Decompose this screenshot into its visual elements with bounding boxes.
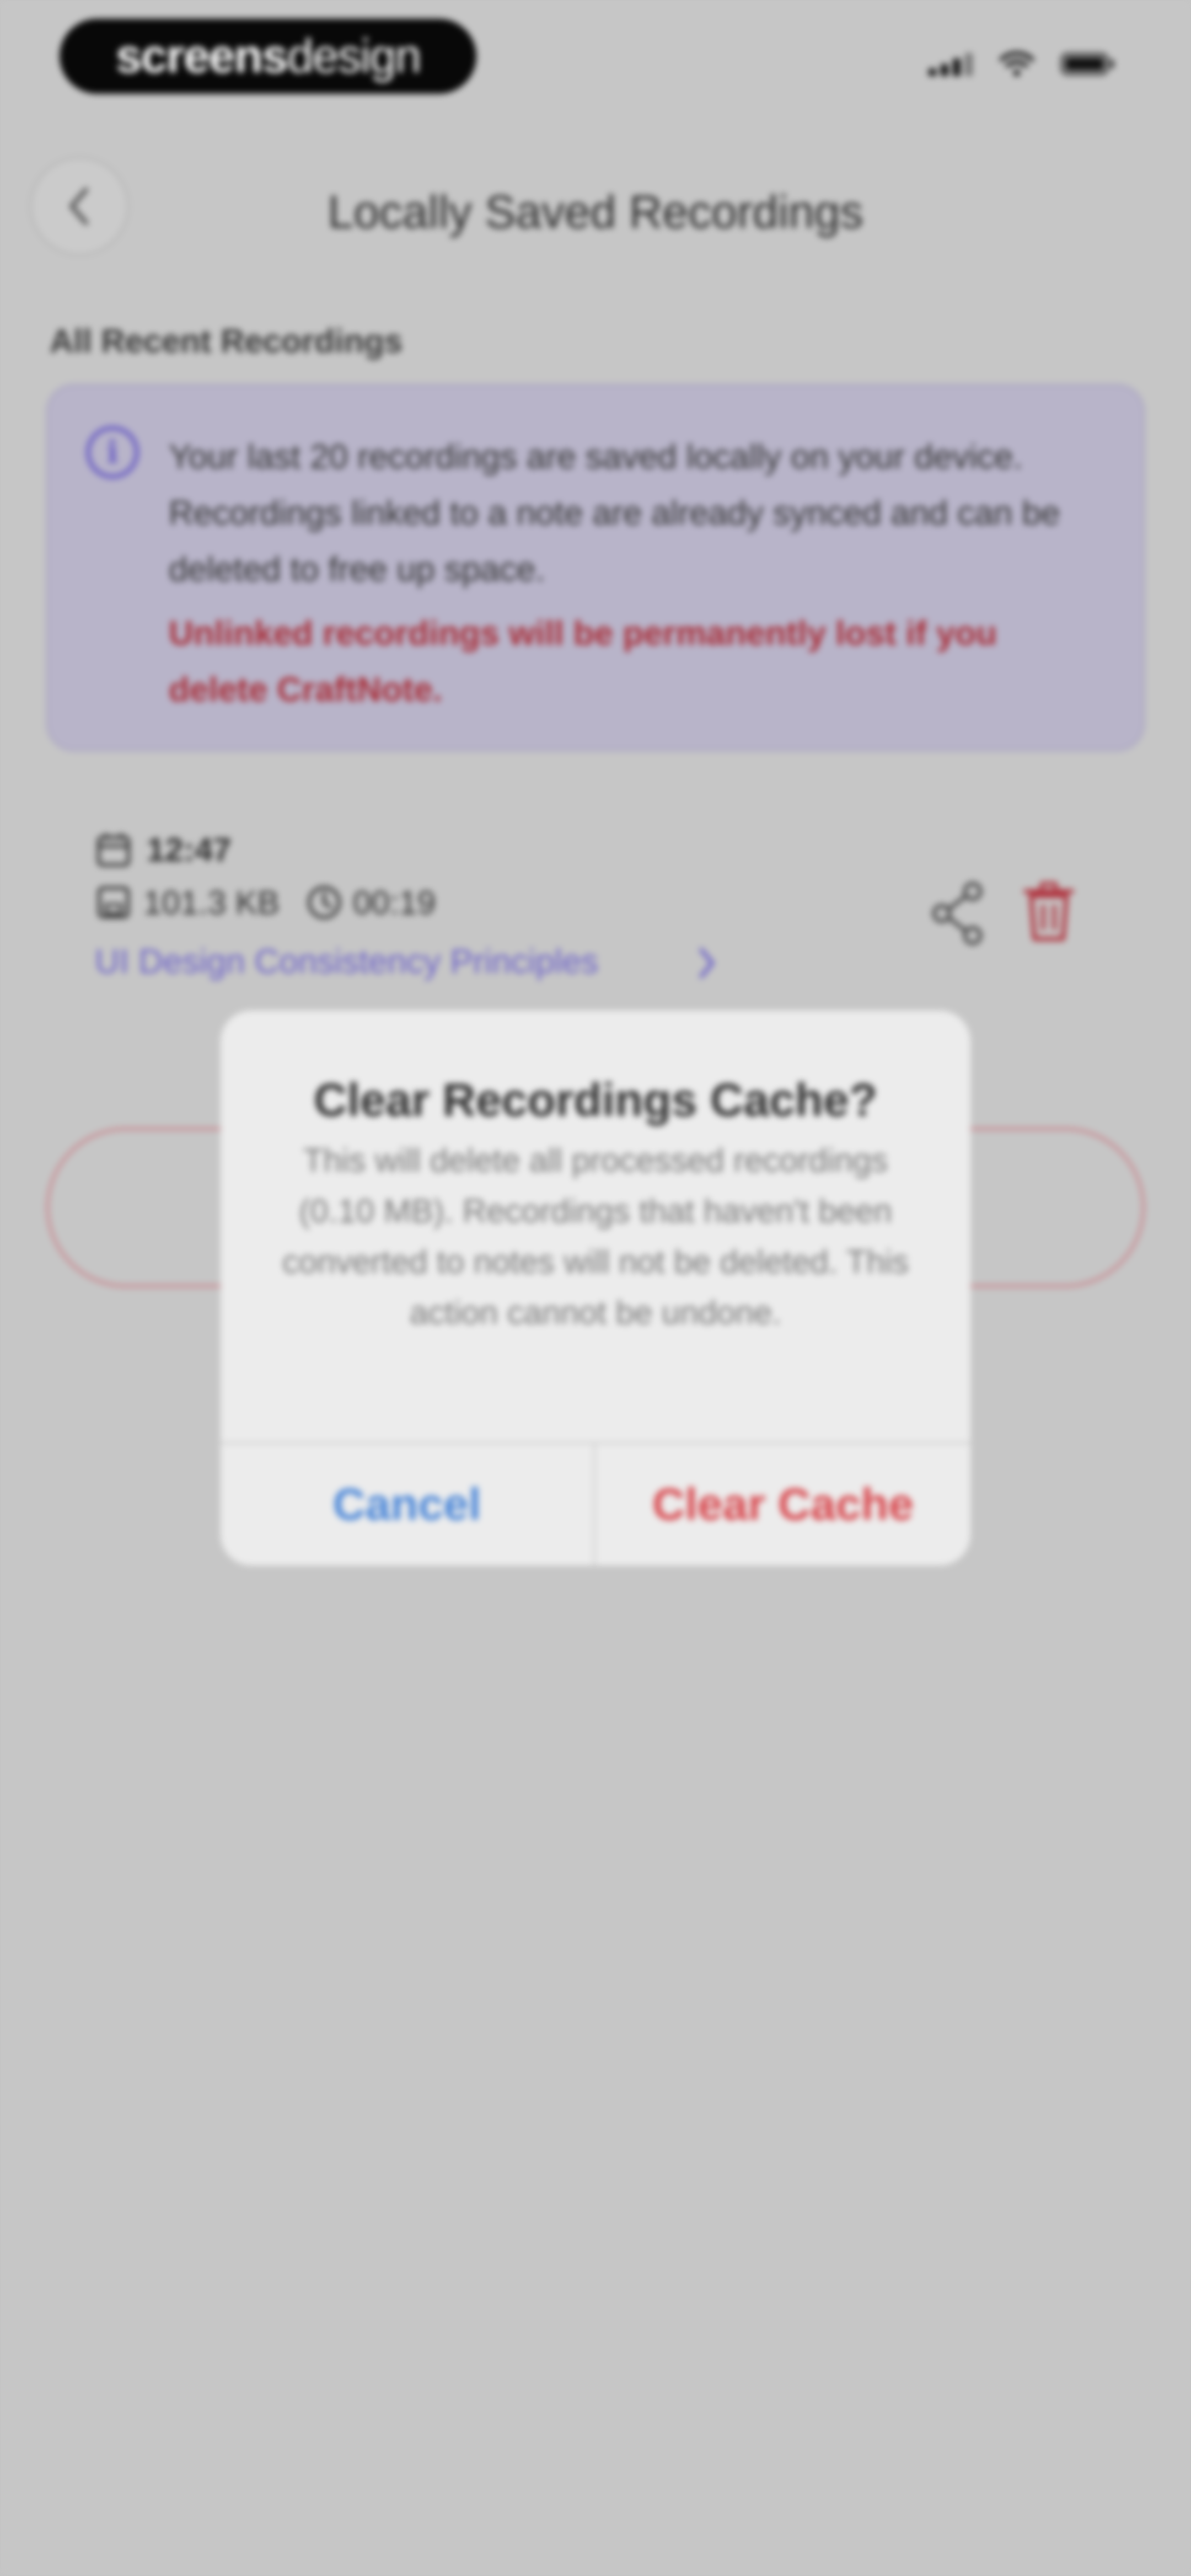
trash-icon[interactable] bbox=[1021, 879, 1076, 944]
chevron-right-icon bbox=[699, 948, 715, 979]
recording-size: 101.3 KB bbox=[143, 884, 280, 921]
info-card: Your last 20 recordings are saved locall… bbox=[46, 384, 1145, 751]
recording-duration: 00:19 bbox=[353, 884, 436, 921]
clear-cache-button[interactable]: Clear Cache bbox=[596, 1444, 970, 1565]
status-icons bbox=[929, 51, 1114, 77]
share-icon[interactable] bbox=[929, 881, 989, 945]
screensdesign-watermark: screens design bbox=[60, 19, 476, 94]
info-warning: Unlinked recordings will be permanently … bbox=[169, 614, 997, 709]
page-title: Locally Saved Recordings bbox=[328, 186, 863, 238]
dialog-message: This will delete all processed recording… bbox=[282, 1142, 909, 1331]
section-label: All Recent Recordings bbox=[50, 323, 403, 360]
cancel-button[interactable]: Cancel bbox=[221, 1444, 593, 1565]
wifi-icon bbox=[999, 51, 1034, 76]
clear-cache-dialog: Clear Recordings Cache? This will delete… bbox=[221, 1011, 970, 1565]
info-text: Your last 20 recordings are saved locall… bbox=[169, 438, 1060, 589]
clock-icon bbox=[308, 886, 341, 919]
info-icon-glyph: i bbox=[106, 434, 119, 471]
cellular-signal-icon bbox=[929, 52, 973, 76]
watermark-bold-text: screens bbox=[115, 29, 288, 83]
watermark-light-text: design bbox=[287, 29, 421, 83]
calendar-icon bbox=[97, 833, 130, 867]
dialog-title: Clear Recordings Cache? bbox=[313, 1074, 878, 1126]
info-icon: i bbox=[86, 426, 139, 479]
battery-icon bbox=[1061, 53, 1114, 75]
linked-note-link[interactable]: UI Design Consistency Principles bbox=[95, 942, 598, 981]
storage-icon bbox=[98, 886, 130, 918]
recording-time: 12:47 bbox=[147, 831, 232, 868]
app-screen: screens design Locally Saved Recordings A… bbox=[0, 0, 1191, 2576]
